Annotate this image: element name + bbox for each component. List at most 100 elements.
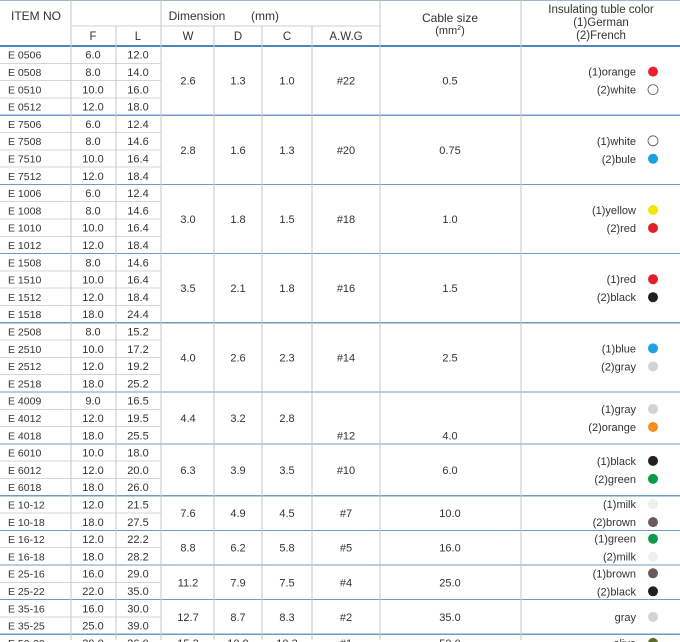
color-label: (2)red: [607, 223, 636, 235]
color-label: (2)black: [597, 292, 637, 304]
header-color-title: Insulating tuble color: [548, 4, 654, 16]
item-no-cell: E 1510: [8, 275, 41, 287]
c-cell: 5.8: [279, 543, 294, 555]
item-no-cell: E 10-18: [8, 517, 45, 529]
awg-cell: #16: [337, 283, 355, 295]
f-cell: 12.0: [82, 413, 103, 425]
item-no-cell: E 1010: [8, 223, 41, 235]
c-cell: 1.0: [279, 76, 294, 88]
color-swatch-icon: [648, 292, 658, 303]
l-cell: 21.5: [127, 499, 148, 511]
f-cell: 10.0: [82, 275, 103, 287]
l-cell: 18.4: [127, 171, 148, 183]
item-no-cell: E 2508: [8, 326, 41, 338]
c-cell: 2.8: [279, 413, 294, 425]
color-label: (2)bule: [602, 154, 636, 166]
header-d: D: [234, 31, 242, 43]
d-cell: 10.9: [227, 638, 248, 642]
color-label: (1)yellow: [592, 205, 636, 217]
l-cell: 30.0: [127, 603, 148, 615]
table-body: E 0506 6.0 12.0 E 0508 8.0 14.0 E 0510 10.0 16.0…: [8, 50, 659, 642]
l-cell: 16.5: [127, 396, 148, 408]
color-label: (2)brown: [593, 517, 636, 529]
d-cell: 1.6: [230, 145, 245, 157]
cable-size-cell: 16.0: [439, 543, 460, 555]
header-dimension-unit: (mm): [251, 9, 279, 23]
w-cell: 3.0: [180, 214, 195, 226]
header-c: C: [283, 31, 291, 43]
header-color-german: (1)German: [573, 17, 629, 29]
w-cell: 4.0: [180, 352, 195, 364]
f-cell: 10.0: [82, 448, 103, 460]
l-cell: 18.0: [127, 448, 148, 460]
spec-table: ITEM NO Dimension (mm) F L W D C A.W.G C…: [0, 0, 680, 642]
color-label: (1)orange: [588, 67, 636, 79]
c-cell: 8.3: [279, 612, 294, 624]
header-dimension: Dimension: [169, 9, 226, 23]
item-no-cell: E 2512: [8, 361, 41, 373]
d-cell: 1.3: [230, 76, 245, 88]
cable-size-cell: 0.5: [442, 76, 457, 88]
color-label: (1)white: [597, 136, 636, 148]
f-cell: 18.0: [82, 551, 103, 563]
f-cell: 16.0: [82, 603, 103, 615]
cable-size-cell: 1.0: [442, 214, 457, 226]
item-no-cell: E 7508: [8, 136, 41, 148]
item-no-cell: E 16-18: [8, 551, 45, 563]
item-no-cell: E 1508: [8, 257, 41, 269]
f-cell: 18.0: [82, 517, 103, 529]
item-no-cell: E 25-22: [8, 586, 45, 598]
cable-size-cell: 6.0: [442, 465, 457, 477]
color-label: olive: [613, 638, 636, 642]
color-swatch-icon: [648, 274, 658, 285]
color-swatch-icon: [648, 533, 658, 544]
f-cell: 12.0: [82, 361, 103, 373]
f-cell: 18.0: [82, 378, 103, 390]
awg-cell: #12: [337, 430, 355, 442]
d-cell: 3.2: [230, 413, 245, 425]
item-no-cell: E 6012: [8, 465, 41, 477]
table-header: ITEM NO Dimension (mm) F L W D C A.W.G C…: [11, 4, 654, 43]
l-cell: 16.4: [127, 153, 148, 165]
l-cell: 25.2: [127, 378, 148, 390]
f-cell: 18.0: [82, 430, 103, 442]
item-no-cell: E 35-25: [8, 621, 45, 633]
color-swatch-icon: [648, 223, 658, 233]
cable-size-cell: 4.0: [442, 430, 457, 442]
color-label: (2)green: [594, 474, 636, 486]
color-swatch-icon: [648, 517, 658, 528]
color-swatch-icon: [648, 637, 658, 642]
cable-size-cell: 25.0: [439, 577, 460, 589]
color-label: (1)milk: [603, 499, 636, 511]
item-no-cell: E 50-20: [8, 638, 45, 642]
d-cell: 2.1: [230, 283, 245, 295]
f-cell: 22.0: [82, 586, 103, 598]
f-cell: 8.0: [85, 136, 100, 148]
header-l: L: [135, 31, 142, 43]
l-cell: 26.0: [127, 482, 148, 494]
c-cell: 1.8: [279, 283, 294, 295]
l-cell: 14.6: [127, 136, 148, 148]
item-no-cell: E 4009: [8, 396, 41, 408]
awg-cell: #22: [337, 76, 355, 88]
item-no-cell: E 1012: [8, 240, 41, 252]
c-cell: 2.3: [279, 352, 294, 364]
f-cell: 6.0: [85, 119, 100, 131]
f-cell: 10.0: [82, 344, 103, 356]
item-no-cell: E 10-12: [8, 499, 45, 511]
d-cell: 1.8: [230, 214, 245, 226]
item-no-cell: E 0510: [8, 84, 41, 96]
color-swatch-icon: [648, 343, 658, 354]
w-cell: 2.8: [180, 145, 195, 157]
f-cell: 6.0: [85, 50, 100, 62]
color-swatch-icon: [648, 586, 658, 597]
color-label: (1)brown: [593, 568, 636, 580]
cable-size-cell: 35.0: [439, 612, 460, 624]
color-swatch-icon: [648, 66, 658, 77]
f-cell: 12.0: [82, 292, 103, 304]
c-cell: 3.5: [279, 465, 294, 477]
color-swatch-icon: [648, 455, 658, 466]
f-cell: 9.0: [85, 396, 100, 408]
awg-cell: #7: [340, 508, 352, 520]
color-swatch-icon: [648, 361, 658, 372]
